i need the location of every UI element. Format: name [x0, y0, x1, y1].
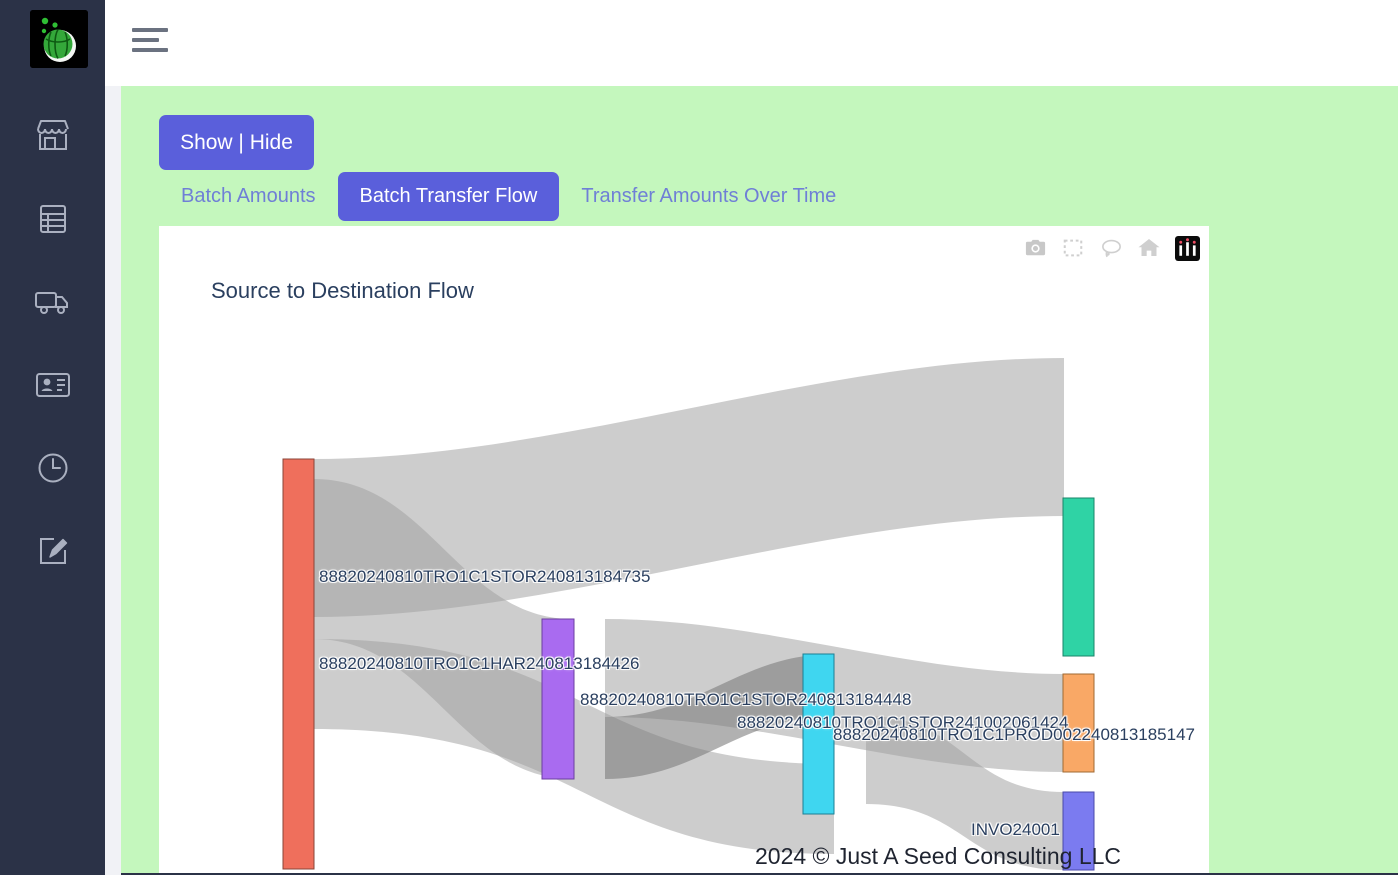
tab-bar: Batch Amounts Batch Transfer Flow Transf…	[159, 172, 858, 221]
sidebar-item-inventory[interactable]	[0, 177, 105, 260]
chart-panel: Source to Destination Flow 88820240810TR…	[159, 226, 1209, 875]
sidebar-item-history[interactable]	[0, 426, 105, 509]
sidebar	[0, 0, 105, 875]
sidebar-item-transfers[interactable]	[0, 260, 105, 343]
seed-logo-icon	[30, 10, 88, 68]
app-logo[interactable]	[30, 10, 88, 68]
clock-icon	[38, 453, 67, 482]
app-root: Show | Hide Batch Amounts Batch Transfer…	[0, 0, 1398, 875]
hamburger-line-1	[132, 28, 168, 32]
footer-copyright: 2024 © Just A Seed Consulting LLC	[755, 843, 1122, 869]
sankey-node[interactable]	[1062, 497, 1095, 657]
tab-batch-transfer-flow[interactable]: Batch Transfer Flow	[337, 172, 560, 221]
hamburger-line-3	[132, 48, 168, 52]
sankey-node[interactable]	[802, 653, 835, 815]
sidebar-item-store[interactable]	[0, 94, 105, 177]
sankey-node[interactable]	[282, 458, 315, 870]
sankey-diagram: 88820240810TRO1C1STOR240813184735 888202…	[159, 226, 1209, 875]
show-hide-button[interactable]: Show | Hide	[159, 115, 314, 170]
sankey-links	[314, 358, 1064, 870]
sidebar-item-contacts[interactable]	[0, 343, 105, 426]
tab-batch-amounts[interactable]: Batch Amounts	[159, 172, 338, 221]
edit-icon	[39, 537, 67, 564]
hamburger-line-2	[132, 38, 159, 42]
hamburger-menu-icon[interactable]	[132, 23, 174, 63]
table-icon	[39, 204, 66, 233]
page-body: Show | Hide Batch Amounts Batch Transfer…	[121, 86, 1398, 875]
tab-transfer-amounts-over-time[interactable]: Transfer Amounts Over Time	[559, 172, 858, 221]
top-header	[105, 0, 1398, 86]
truck-icon	[34, 291, 68, 314]
sankey-node[interactable]	[541, 618, 575, 780]
store-icon	[36, 119, 69, 150]
id-card-icon	[35, 372, 70, 397]
sankey-svg	[282, 358, 1095, 871]
sankey-node[interactable]	[1062, 673, 1095, 773]
content-area: Show | Hide Batch Amounts Batch Transfer…	[105, 86, 1398, 875]
sidebar-nav	[0, 94, 105, 592]
sidebar-item-edit[interactable]	[0, 509, 105, 592]
